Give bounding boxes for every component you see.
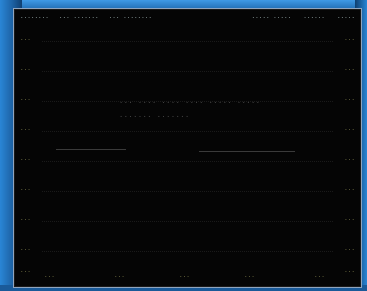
titlebar-right-text-1: ..... ..... <box>251 12 292 20</box>
y-label-right-8: ... <box>344 245 355 252</box>
grid-line <box>42 221 333 223</box>
x-label-5: ... <box>314 272 325 279</box>
titlebar-text-2: ... ....... <box>58 12 99 20</box>
app-window[interactable]: ........ ... ....... ... ........ ..... … <box>13 8 362 288</box>
y-label-left-5: ... <box>20 155 31 162</box>
grid-line <box>42 191 333 193</box>
trace-line-left <box>56 149 126 150</box>
y-label-right-1: ... <box>344 35 355 42</box>
grid-line <box>42 251 333 253</box>
x-label-4: ... <box>244 272 255 279</box>
panel-heading-1: ... .... .... .... ..... ..... <box>119 97 261 105</box>
y-label-left-4: ... <box>20 125 31 132</box>
x-label-2: ... <box>114 272 125 279</box>
y-label-left-3: ... <box>20 95 31 102</box>
titlebar-text-1: ........ <box>20 12 49 20</box>
grid-line <box>42 131 333 133</box>
titlebar-right-text-3: ..... <box>336 12 355 20</box>
titlebar-left: ........ ... ....... ... ........ <box>20 13 152 20</box>
x-label-1: ... <box>44 272 55 279</box>
x-label-3: ... <box>179 272 190 279</box>
y-label-left-2: ... <box>20 65 31 72</box>
y-label-left-1: ... <box>20 35 31 42</box>
y-label-right-3: ... <box>344 95 355 102</box>
panel-heading-2: ....... ....... <box>119 111 190 119</box>
y-label-right-6: ... <box>344 185 355 192</box>
grid-line <box>42 161 333 163</box>
y-label-left-9: ... <box>20 267 31 274</box>
titlebar-text-3: ... ........ <box>108 12 153 20</box>
y-label-right-7: ... <box>344 215 355 222</box>
y-label-right-5: ... <box>344 155 355 162</box>
trace-line-right <box>199 151 295 152</box>
grid-line <box>42 71 333 73</box>
y-label-left-7: ... <box>20 215 31 222</box>
y-label-right-4: ... <box>344 125 355 132</box>
y-label-right-9: ... <box>344 267 355 274</box>
y-label-right-2: ... <box>344 65 355 72</box>
y-label-left-8: ... <box>20 245 31 252</box>
titlebar-right-text-2: ...... <box>303 12 325 20</box>
y-label-left-6: ... <box>20 185 31 192</box>
window-titlebar[interactable]: ........ ... ....... ... ........ ..... … <box>14 9 361 23</box>
titlebar-right: ..... ..... ...... ..... <box>252 13 356 20</box>
grid-line <box>42 41 333 43</box>
